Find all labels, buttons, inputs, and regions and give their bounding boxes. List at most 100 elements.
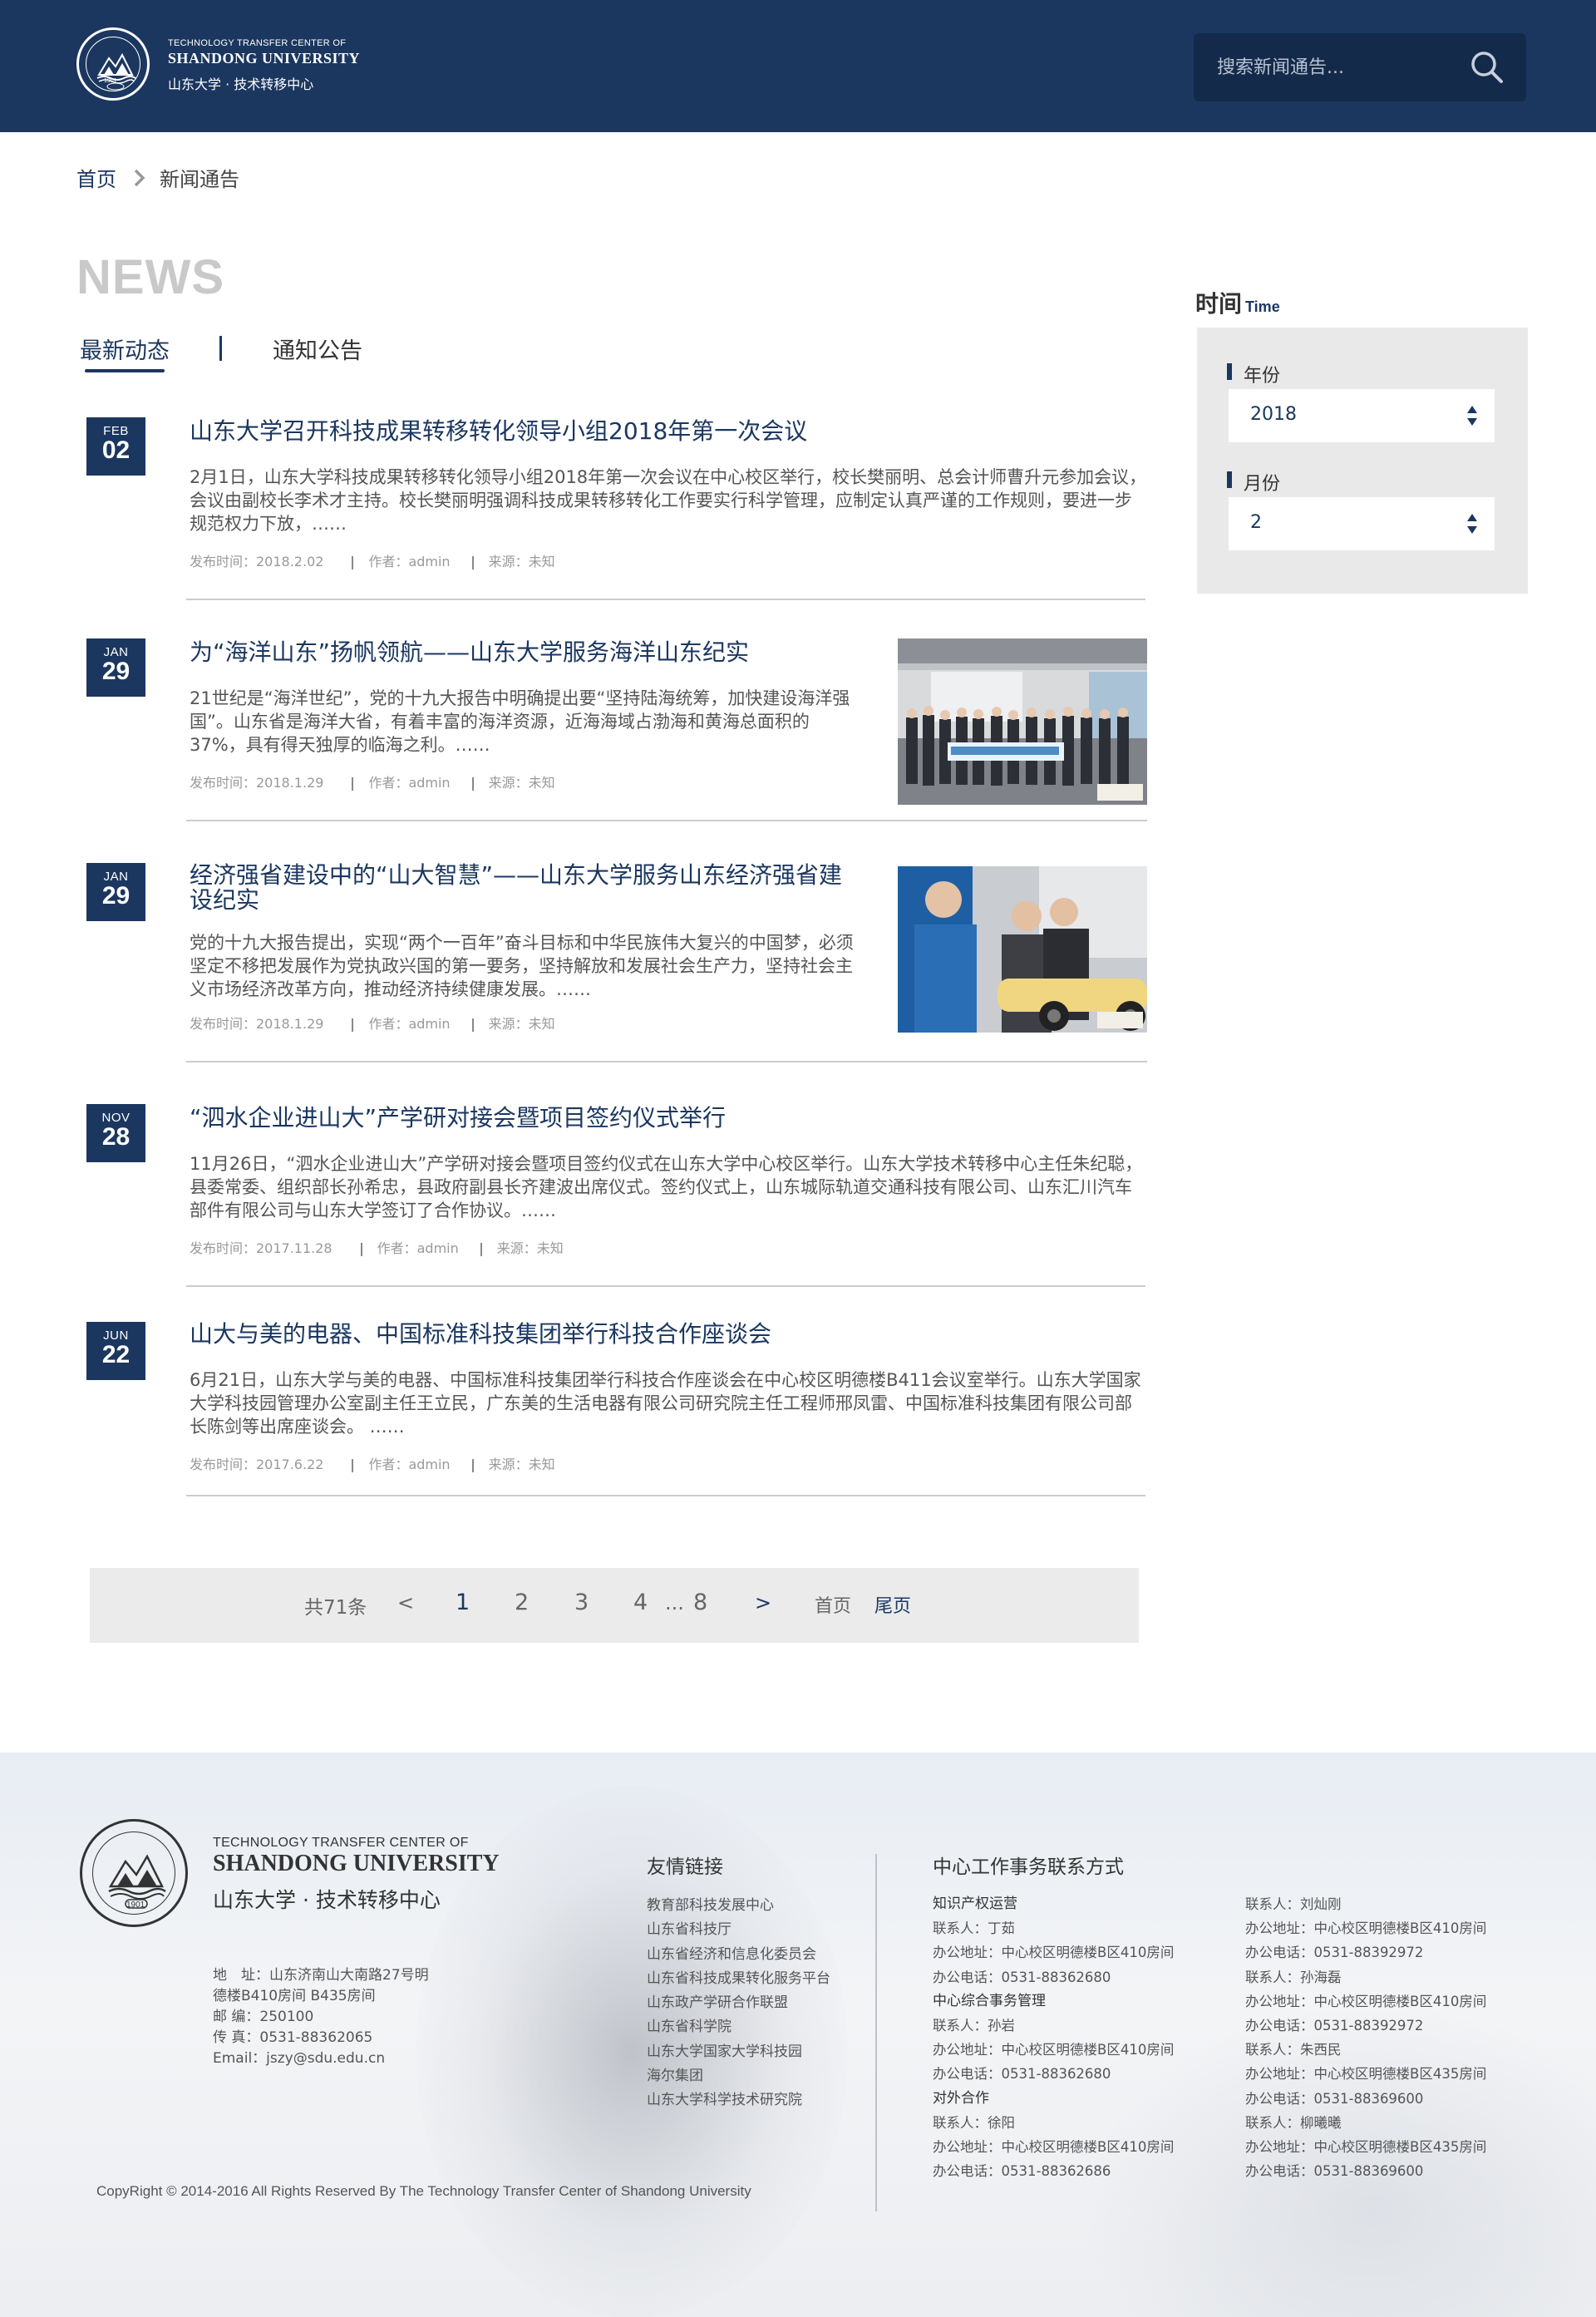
- page-3-link[interactable]: 3: [574, 1590, 589, 1615]
- date-month: JUN: [103, 1329, 129, 1343]
- contact-line: 办公电话：0531-88362680: [933, 2066, 1111, 2083]
- divider: [186, 1285, 1145, 1287]
- date-day: 02: [101, 436, 131, 464]
- news-title-link[interactable]: “泗水企业进山大”产学研对接会暨项目签约仪式举行: [190, 1106, 726, 1131]
- friend-link[interactable]: 山东大学国家大学科技园: [647, 2040, 830, 2064]
- next-page-button[interactable]: >: [755, 1591, 771, 1615]
- sidebar-title: 时间 Time: [1195, 286, 1280, 319]
- last-page-link[interactable]: 尾页: [874, 1591, 911, 1618]
- friend-link[interactable]: 教育部科技发展中心: [647, 1894, 830, 1918]
- contact-column-right: 联系人：刘灿刚 办公地址：中心校区明德楼B区410房间 办公电话：0531-88…: [1245, 1892, 1486, 2183]
- search-input[interactable]: [1217, 53, 1466, 81]
- news-excerpt: 6月21日，山东大学与美的电器、中国标准科技集团举行科技合作座谈会在中心校区明德…: [190, 1370, 1141, 1437]
- month-select[interactable]: 2: [1229, 497, 1495, 550]
- seal-year: 1901: [104, 78, 117, 84]
- friend-link[interactable]: 山东省科学院: [647, 2015, 830, 2039]
- author: 作者：admin: [368, 1457, 451, 1472]
- publish-date: 发布时间：2017.11.28: [190, 1240, 332, 1256]
- contact-line: 办公电话：0531-88392972: [1245, 1945, 1424, 1961]
- divider: [186, 820, 1147, 821]
- logo-english-name: SHANDONG UNIVERSITY: [168, 50, 361, 67]
- contact-line: 办公电话：0531-88392972: [1245, 2018, 1424, 2034]
- friend-link[interactable]: 山东大学科学技术研究院: [647, 2088, 830, 2112]
- news-title-link[interactable]: 山东大学召开科技成果转移转化领导小组2018年第一次会议: [190, 419, 807, 444]
- date-badge: JAN 29: [86, 863, 145, 921]
- copyright: CopyRight © 2014-2016 All Rights Reserve…: [96, 2183, 751, 2199]
- total-count: 共71条: [304, 1597, 367, 1619]
- breadcrumb-home-link[interactable]: 首页: [76, 163, 116, 192]
- date-filter-panel: 年份 2018 月份 2: [1197, 328, 1528, 594]
- publish-date: 发布时间：2017.6.22: [190, 1457, 324, 1472]
- contact-group-heading: 中心综合事务管理: [933, 1992, 1046, 2009]
- news-excerpt: 2月1日，山东大学科技成果转移转化领导小组2018年第一次会议在中心校区举行，校…: [190, 467, 1147, 534]
- news-item: FEB 02 山东大学召开科技成果转移转化领导小组2018年第一次会议 2月1日…: [86, 417, 1147, 600]
- contact-line: 联系人：孙岩: [933, 2018, 1015, 2034]
- source: 来源：未知: [488, 1016, 555, 1032]
- year-select[interactable]: 2018: [1229, 389, 1495, 442]
- friend-link[interactable]: 山东省科技成果转化服务平台: [647, 1967, 830, 1991]
- select-arrows-icon: [1467, 514, 1477, 534]
- search-box: [1194, 33, 1526, 101]
- site-footer: 1901 TECHNOLOGY TRANSFER CENTER OF SHAND…: [0, 1753, 1596, 2317]
- contact-title: 中心工作事务联系方式: [933, 1856, 1124, 1878]
- contact-line: 联系人：丁茹: [933, 1920, 1015, 1937]
- contact-line: 联系人：刘灿刚: [1245, 1896, 1342, 1912]
- news-excerpt: 11月26日，“泗水企业进山大”产学研对接会暨项目签约仪式在山东大学中心校区举行…: [190, 1154, 1143, 1220]
- date-day: 29: [101, 658, 131, 685]
- publish-date: 发布时间：2018.1.29: [190, 775, 324, 791]
- news-item: JUN 22 山大与美的电器、中国标准科技集团举行科技合作座谈会 6月21日，山…: [86, 1322, 1147, 1505]
- prev-page-button[interactable]: <: [397, 1591, 414, 1615]
- page-8-link[interactable]: 8: [693, 1590, 707, 1615]
- month-label: 月份: [1227, 469, 1280, 495]
- page-2-link[interactable]: 2: [515, 1590, 529, 1615]
- footer-logo-english-name: SHANDONG UNIVERSITY: [213, 1851, 500, 1876]
- news-item: JAN 29 经济强省建设中的“山大智慧”——山东大学服务山东经济强省建设纪实 …: [86, 863, 1147, 1064]
- footer-divider: [875, 1854, 877, 2211]
- contact-group-heading: 知识产权运营: [933, 1896, 1017, 1912]
- contact-group-heading: 对外合作: [933, 2089, 989, 2107]
- tab-latest-news[interactable]: 最新动态: [80, 333, 170, 365]
- date-badge: JAN 29: [86, 638, 145, 697]
- news-title-link[interactable]: 为“海洋山东”扬帆领航——山东大学服务海洋山东纪实: [190, 640, 749, 665]
- news-item: NOV 28 “泗水企业进山大”产学研对接会暨项目签约仪式举行 11月26日，“…: [86, 1104, 1147, 1287]
- contact-line: 办公地址：中心校区明德楼B区410房间: [1245, 1920, 1487, 1937]
- date-day: 22: [101, 1341, 131, 1368]
- news-title-link[interactable]: 经济强省建设中的“山大智慧”——山东大学服务山东经济强省建设纪实: [190, 863, 855, 913]
- page-4-link[interactable]: 4: [633, 1590, 648, 1615]
- search-button[interactable]: [1468, 48, 1510, 86]
- seal-year: 1901: [126, 1900, 145, 1910]
- news-meta: 发布时间：2017.11.28 作者：admin 来源：未知: [190, 1237, 564, 1257]
- breadcrumb-current: 新闻通告: [160, 168, 239, 191]
- news-title-link[interactable]: 山大与美的电器、中国标准科技集团举行科技合作座谈会: [190, 1322, 771, 1347]
- active-tab-indicator: [85, 369, 165, 372]
- news-thumbnail-photo[interactable]: [898, 638, 1147, 805]
- tab-notices[interactable]: 通知公告: [273, 333, 362, 365]
- page-1-current[interactable]: 1: [456, 1590, 470, 1615]
- news-thumbnail-photo[interactable]: [898, 866, 1147, 1033]
- news-meta: 发布时间：2018.1.29 作者：admin 来源：未知: [190, 1013, 555, 1033]
- friend-link[interactable]: 山东省科技厅: [647, 1918, 830, 1942]
- year-label: 年份: [1227, 361, 1280, 387]
- address-line: 德楼B410房间 B435房间: [213, 1988, 376, 2004]
- date-badge: NOV 28: [86, 1104, 145, 1162]
- footer-contact-info: 地 址：山东济南山大南路27号明 德楼B410房间 B435房间 邮 编：250…: [213, 1965, 429, 2069]
- university-seal-logo[interactable]: 1901: [76, 27, 150, 101]
- friend-link[interactable]: 山东省经济和信息化委员会: [647, 1943, 830, 1967]
- news-excerpt: 党的十九大报告提出，实现“两个一百年”奋斗目标和中华民族伟大复兴的中国梦，必须坚…: [190, 933, 854, 999]
- friend-link[interactable]: 海尔集团: [647, 2064, 830, 2088]
- page-title: NEWS: [76, 250, 224, 304]
- address-line: 地 址：山东济南山大南路27号明: [213, 1967, 429, 1984]
- sidebar-title-cn: 时间: [1195, 290, 1243, 318]
- author: 作者：admin: [368, 1016, 451, 1032]
- author: 作者：admin: [368, 775, 451, 791]
- first-page-link[interactable]: 首页: [815, 1591, 851, 1618]
- date-month: NOV: [101, 1111, 131, 1125]
- publish-date: 发布时间：2018.1.29: [190, 1016, 324, 1032]
- contact-column-left: 知识产权运营 联系人：丁茹 办公地址：中心校区明德楼B区410房间 办公电话：0…: [933, 1892, 1174, 2183]
- friend-link[interactable]: 山东政产学研合作联盟: [647, 1991, 830, 2015]
- contact-line: 办公电话：0531-88362686: [933, 2163, 1111, 2180]
- source: 来源：未知: [488, 1457, 555, 1472]
- date-month: FEB: [103, 424, 129, 438]
- friend-links-list: 教育部科技发展中心 山东省科技厅 山东省经济和信息化委员会 山东省科技成果转化服…: [647, 1894, 830, 2113]
- year-value: 2018: [1250, 404, 1297, 425]
